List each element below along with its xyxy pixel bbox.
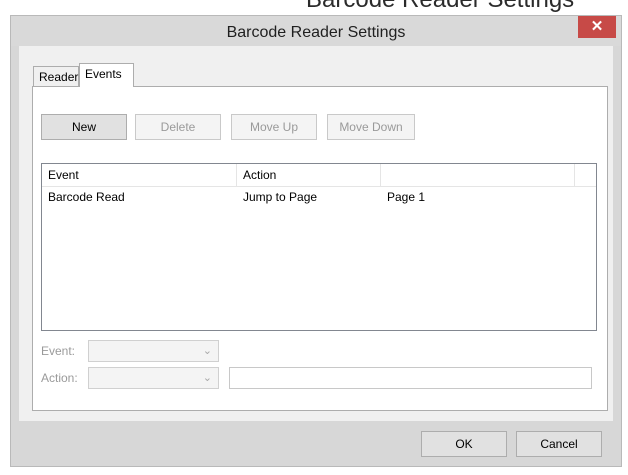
row-action: Jump to Page [243, 190, 318, 204]
list-header: Event Action [42, 164, 596, 187]
action-combobox[interactable]: ⌄ [88, 367, 219, 389]
dialog-title: Barcode Reader Settings [226, 24, 406, 41]
chevron-down-icon: ⌄ [202, 372, 212, 384]
move-up-button[interactable]: Move Up [231, 114, 317, 140]
move-down-button[interactable]: Move Down [327, 114, 415, 140]
column-divider[interactable] [380, 164, 381, 186]
close-icon: ✕ [590, 18, 604, 35]
cancel-button[interactable]: Cancel [516, 431, 602, 457]
background-window-title: Barcode Reader Settings [306, 0, 574, 14]
column-divider[interactable] [236, 164, 237, 186]
events-list[interactable]: Event Action Barcode Read Jump to Page P… [41, 163, 597, 331]
dialog-window: Barcode Reader Settings ✕ Reader Events … [10, 15, 622, 467]
dialog-client: Reader Events New Delete Move Up Move Do… [19, 46, 613, 421]
tab-reader[interactable]: Reader [33, 66, 79, 86]
column-divider[interactable] [574, 164, 575, 186]
column-header-action[interactable]: Action [243, 168, 276, 182]
action-label: Action: [41, 371, 78, 385]
close-button[interactable]: ✕ [578, 16, 616, 38]
events-panel: New Delete Move Up Move Down Event Actio… [32, 86, 608, 411]
event-combobox[interactable]: ⌄ [88, 340, 219, 362]
new-button[interactable]: New [41, 114, 127, 140]
title-bar[interactable]: Barcode Reader Settings ✕ [11, 16, 621, 46]
action-parameter-input[interactable] [229, 367, 592, 389]
delete-button[interactable]: Delete [135, 114, 221, 140]
row-event: Barcode Read [48, 190, 125, 204]
dialog-footer: OK Cancel [11, 421, 621, 466]
background-strip: Barcode Reader Settings [0, 0, 628, 15]
event-label: Event: [41, 344, 76, 358]
table-row[interactable]: Barcode Read Jump to Page Page 1 [42, 188, 596, 206]
column-header-event[interactable]: Event [48, 168, 79, 182]
tab-events[interactable]: Events [79, 63, 134, 87]
chevron-down-icon: ⌄ [202, 345, 212, 357]
row-target: Page 1 [387, 190, 426, 204]
ok-button[interactable]: OK [421, 431, 507, 457]
